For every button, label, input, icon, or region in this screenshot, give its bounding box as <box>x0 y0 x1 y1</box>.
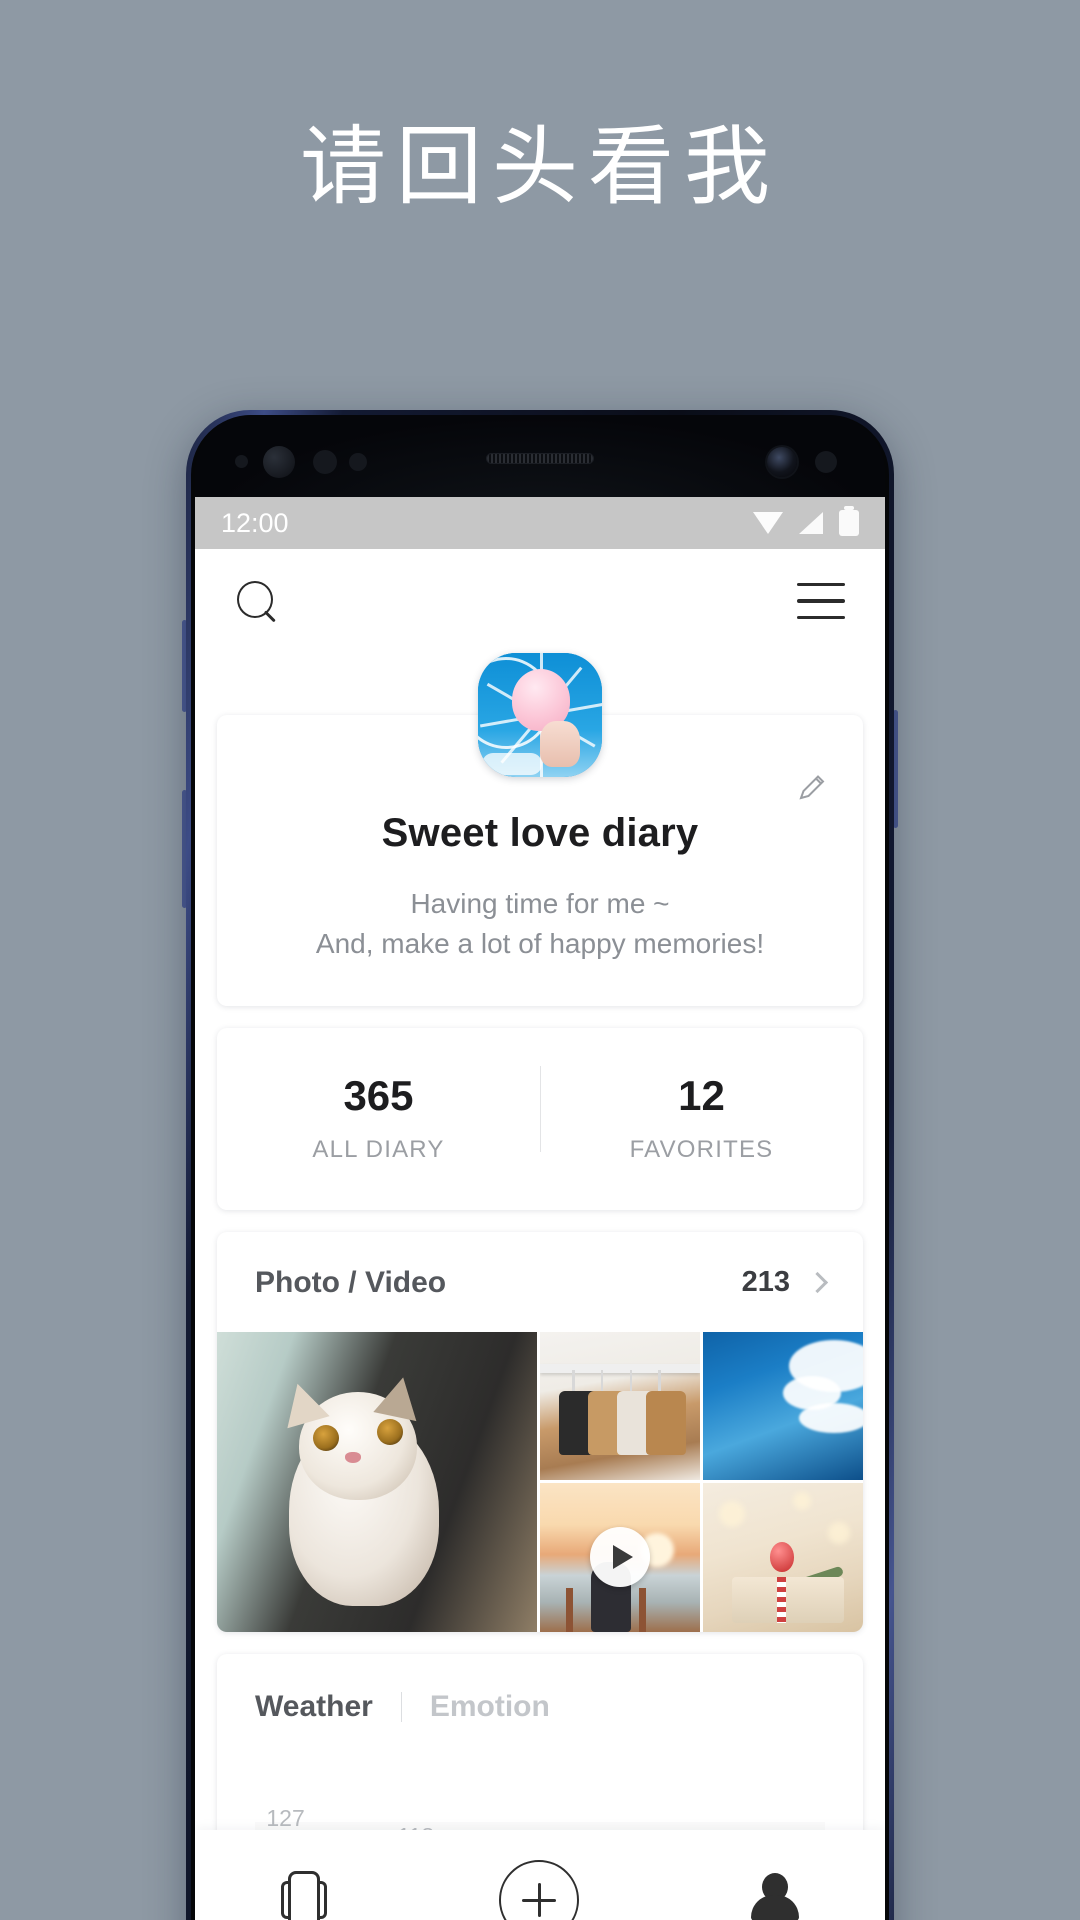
hamburger-menu-icon[interactable] <box>797 583 845 619</box>
earpiece-speaker <box>486 453 594 464</box>
pencil-edit-icon[interactable] <box>795 771 829 805</box>
light-sensor-icon <box>349 453 367 471</box>
photo-clothes-hangers[interactable] <box>540 1331 700 1480</box>
iris-scanner-icon <box>263 446 295 478</box>
tab-divider <box>400 1691 402 1722</box>
phone-screen: 12:00 Sweet love diary Having time for m… <box>195 497 885 1920</box>
status-icon-group <box>753 506 859 536</box>
photo-video-card: Photo / Video 213 <box>217 1231 863 1632</box>
front-camera-icon <box>767 447 797 477</box>
main-content: Sweet love diary Having time for me ~ An… <box>195 653 885 1884</box>
status-time: 12:00 <box>221 507 289 538</box>
photo-video-count: 213 <box>741 1266 790 1298</box>
sensor-icon <box>235 455 248 468</box>
promo-screenshot: 请回头看我 12:00 Sweet love diary Having time… <box>0 0 1080 1920</box>
phone-bezel: 12:00 Sweet love diary Having time for m… <box>191 415 889 1920</box>
nav-cards-icon[interactable] <box>281 1871 327 1920</box>
tab-emotion[interactable]: Emotion <box>430 1690 550 1724</box>
proximity-sensor-icon <box>313 450 337 474</box>
status-bar: 12:00 <box>195 497 885 549</box>
led-indicator-icon <box>815 451 837 473</box>
photo-video-title: Photo / Video <box>255 1265 447 1299</box>
profile-description-line2: And, make a lot of happy memories! <box>315 927 765 959</box>
photo-blue-sky-clouds[interactable] <box>703 1331 863 1480</box>
signal-icon <box>799 512 823 534</box>
profile-description-line1: Having time for me ~ <box>410 888 670 919</box>
stats-card: 365 ALL DIARY 12 FAVORITES <box>217 1027 863 1210</box>
bottom-navigation <box>195 1830 885 1920</box>
phone-frame: 12:00 Sweet love diary Having time for m… <box>186 410 894 1920</box>
avatar[interactable] <box>478 653 602 777</box>
stat-value: 12 <box>678 1071 725 1119</box>
nav-add-button[interactable] <box>499 1860 579 1920</box>
stat-favorites[interactable]: 12 FAVORITES <box>540 1065 863 1164</box>
stat-value: 365 <box>343 1071 414 1119</box>
search-icon[interactable] <box>235 579 279 623</box>
photo-gift-box[interactable] <box>703 1483 863 1632</box>
video-sunset-beach[interactable] <box>540 1483 700 1632</box>
battery-icon <box>839 506 859 536</box>
photo-cat[interactable] <box>217 1331 537 1632</box>
weather-emotion-tabs: Weather Emotion <box>255 1690 825 1724</box>
wifi-icon <box>753 512 783 534</box>
stat-label: ALL DIARY <box>312 1135 445 1163</box>
stat-label: FAVORITES <box>629 1135 774 1163</box>
photo-video-header[interactable]: Photo / Video 213 <box>217 1232 863 1332</box>
profile-name: Sweet love diary <box>381 811 699 855</box>
phone-top-bezel <box>195 415 885 497</box>
tab-weather[interactable]: Weather <box>255 1690 373 1724</box>
photo-grid <box>217 1331 863 1632</box>
chart-bar-label: 127 <box>266 1804 305 1831</box>
stat-all-diary[interactable]: 365 ALL DIARY <box>217 1072 540 1164</box>
profile-card: Sweet love diary Having time for me ~ An… <box>217 653 863 1006</box>
app-header <box>195 549 885 653</box>
play-icon[interactable] <box>590 1527 650 1588</box>
photo-video-meta: 213 <box>741 1266 829 1299</box>
promo-headline: 请回头看我 <box>300 117 780 217</box>
nav-profile-icon[interactable] <box>751 1873 799 1920</box>
chevron-right-icon[interactable] <box>806 1271 829 1294</box>
